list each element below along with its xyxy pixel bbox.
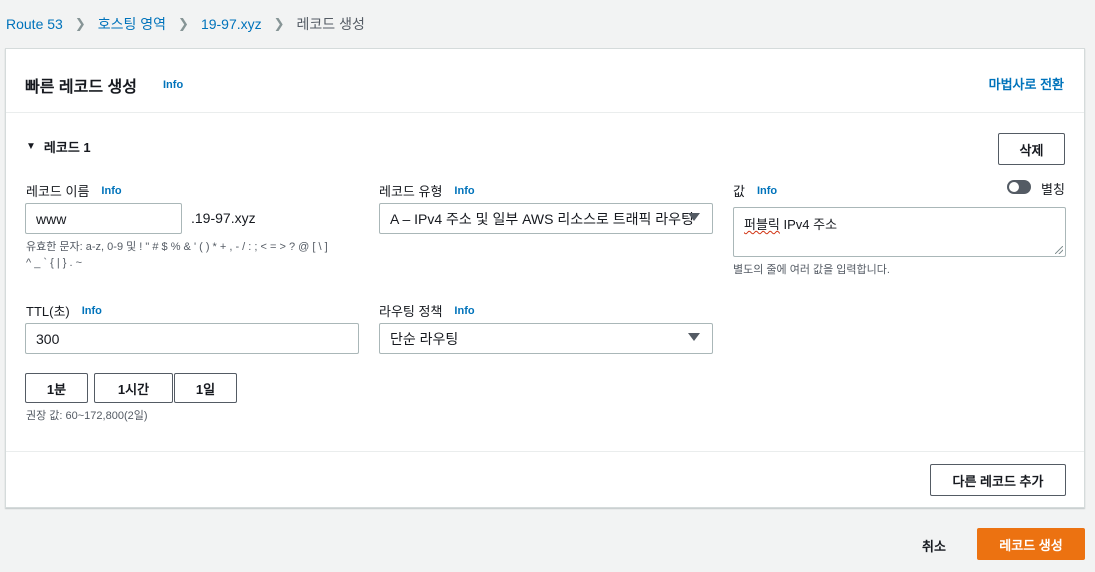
chevron-right-icon: ❯ bbox=[74, 16, 86, 31]
value-textarea[interactable]: 퍼블릭 IPv4 주소 bbox=[733, 207, 1066, 257]
domain-suffix: .19-97.xyz bbox=[191, 210, 256, 226]
record-name-info-link[interactable]: Info bbox=[101, 185, 121, 197]
ttl-1min-button[interactable]: 1분 bbox=[25, 373, 88, 403]
value-hint: 별도의 줄에 여러 값을 입력합니다. bbox=[733, 264, 890, 276]
value-label-text: 값 bbox=[733, 184, 745, 199]
ttl-hint: 권장 값: 60~172,800(2일) bbox=[26, 410, 148, 422]
routing-policy-info-link[interactable]: Info bbox=[454, 305, 474, 317]
value-info-link[interactable]: Info bbox=[757, 185, 777, 197]
delete-button[interactable]: 삭제 bbox=[998, 133, 1065, 165]
ttl-input[interactable]: 300 bbox=[25, 323, 359, 354]
add-another-record-button[interactable]: 다른 레코드 추가 bbox=[930, 464, 1066, 496]
record-name-hint-line2: ^ _ ` { | } . ~ bbox=[26, 257, 83, 269]
title-info-link[interactable]: Info bbox=[163, 79, 183, 91]
record-name-label: 레코드 이름 Info bbox=[26, 181, 122, 200]
routing-policy-label: 라우팅 정책 Info bbox=[379, 301, 475, 320]
alias-toggle[interactable] bbox=[1007, 180, 1031, 194]
create-records-button[interactable]: 레코드 생성 bbox=[977, 528, 1085, 560]
ttl-1day-button[interactable]: 1일 bbox=[174, 373, 237, 403]
caret-down-icon bbox=[688, 333, 700, 341]
caret-down-icon: ▼ bbox=[26, 141, 36, 152]
record-section-toggle[interactable]: ▼ 레코드 1 bbox=[26, 137, 91, 156]
alias-label: 별칭 bbox=[1041, 182, 1065, 197]
page-title: 빠른 레코드 생성 bbox=[25, 79, 137, 96]
ttl-info-link[interactable]: Info bbox=[82, 305, 102, 317]
value-label: 값 Info bbox=[733, 181, 777, 200]
record-type-select[interactable]: A – IPv4 주소 및 일부 AWS 리소스로 트래픽 라우팅 bbox=[379, 203, 713, 234]
ttl-value: 300 bbox=[36, 330, 60, 347]
record-name-hint-line1: 유효한 문자: a-z, 0-9 및 ! " # $ % & ' ( ) * +… bbox=[26, 241, 328, 253]
breadcrumb-zone[interactable]: 19-97.xyz bbox=[201, 16, 262, 32]
ttl-1hour-button[interactable]: 1시간 bbox=[94, 373, 173, 403]
chevron-right-icon: ❯ bbox=[273, 16, 285, 31]
record-name-value: www bbox=[36, 210, 67, 227]
ttl-label-text: TTL(초) bbox=[26, 304, 70, 319]
record-type-label: 레코드 유형 Info bbox=[379, 181, 475, 200]
caret-down-icon bbox=[688, 213, 700, 221]
record-name-hint: 유효한 문자: a-z, 0-9 및 ! " # $ % & ' ( ) * +… bbox=[26, 239, 366, 271]
quick-create-panel: 빠른 레코드 생성 Info 마법사로 전환 ▼ 레코드 1 삭제 레코드 이름… bbox=[5, 48, 1085, 508]
record-section-title: 레코드 1 bbox=[43, 140, 91, 155]
breadcrumb-route53[interactable]: Route 53 bbox=[6, 16, 63, 32]
breadcrumb-hosted-zones[interactable]: 호스팅 영역 bbox=[98, 14, 166, 34]
switch-to-wizard-link[interactable]: 마법사로 전환 bbox=[989, 74, 1064, 93]
value-text: IPv4 주소 bbox=[779, 217, 838, 232]
ttl-label: TTL(초) Info bbox=[26, 301, 102, 320]
breadcrumb: Route 53 ❯ 호스팅 영역 ❯ 19-97.xyz ❯ 레코드 생성 bbox=[6, 14, 365, 34]
record-name-input[interactable]: www bbox=[25, 203, 182, 234]
cancel-button[interactable]: 취소 bbox=[922, 536, 946, 555]
record-type-value: A – IPv4 주소 및 일부 AWS 리소스로 트래픽 라우팅 bbox=[390, 210, 694, 227]
breadcrumb-current: 레코드 생성 bbox=[296, 16, 365, 32]
record-type-info-link[interactable]: Info bbox=[454, 185, 474, 197]
routing-policy-label-text: 라우팅 정책 bbox=[379, 304, 443, 319]
panel-footer bbox=[6, 451, 1084, 509]
routing-policy-select[interactable]: 단순 라우팅 bbox=[379, 323, 713, 354]
routing-policy-value: 단순 라우팅 bbox=[390, 330, 459, 347]
panel-header: 빠른 레코드 생성 Info 마법사로 전환 bbox=[6, 49, 1084, 113]
record-type-label-text: 레코드 유형 bbox=[379, 184, 443, 199]
record-name-label-text: 레코드 이름 bbox=[26, 184, 90, 199]
resize-grip-icon[interactable] bbox=[1055, 246, 1063, 254]
chevron-right-icon: ❯ bbox=[178, 16, 189, 31]
value-text-misspelled: 퍼블릭 bbox=[744, 217, 780, 232]
